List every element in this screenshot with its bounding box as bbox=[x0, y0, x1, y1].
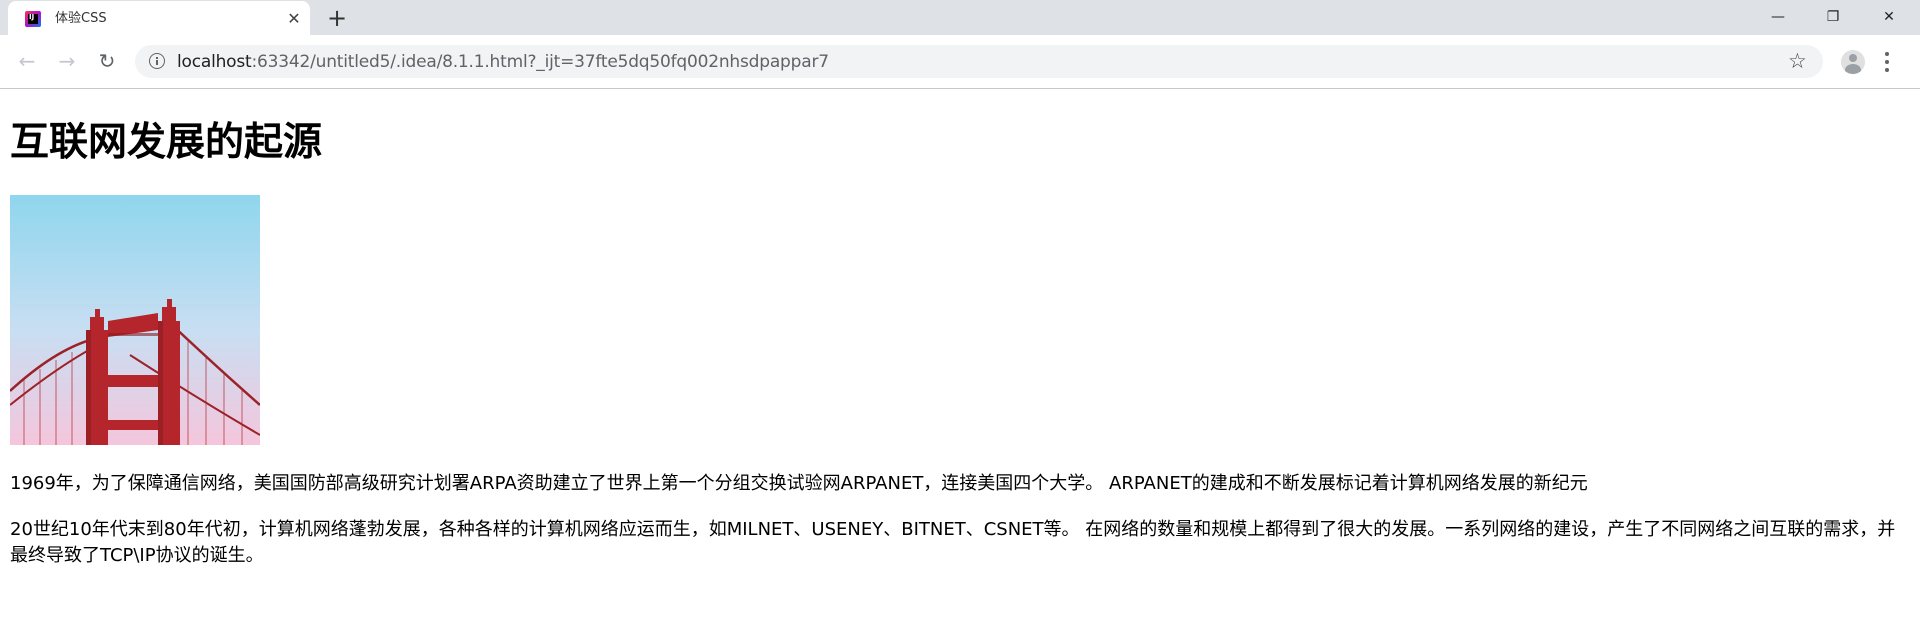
url-text[interactable]: localhost:63342/untitled5/.idea/8.1.1.ht… bbox=[177, 52, 829, 72]
close-tab-icon[interactable]: ✕ bbox=[285, 10, 303, 28]
reload-button[interactable]: ↻ bbox=[94, 48, 120, 74]
restore-window-button[interactable]: ❐ bbox=[1818, 6, 1848, 28]
page-heading: 互联网发展的起源 bbox=[10, 120, 323, 165]
tab-title: 体验CSS bbox=[55, 11, 107, 26]
browser-toolbar: ← → ↻ localhost:63342/untitled5/.idea/8.… bbox=[0, 35, 1920, 89]
new-tab-button[interactable]: + bbox=[325, 6, 349, 31]
address-bar[interactable]: localhost:63342/untitled5/.idea/8.1.1.ht… bbox=[135, 45, 1823, 78]
intellij-favicon-icon: IJ bbox=[25, 11, 41, 27]
browser-menu-icon[interactable] bbox=[1884, 50, 1890, 74]
forward-button[interactable]: → bbox=[54, 48, 80, 74]
profile-avatar-icon[interactable] bbox=[1841, 50, 1865, 74]
page-content: 互联网发展的起源 1969年，为了保障通信网络，美国国防部高级研究计划署ARPA… bbox=[0, 89, 1920, 642]
paragraph-network-growth: 20世纪10年代末到80年代初，计算机网络蓬勃发展，各种各样的计算机网络应运而生… bbox=[10, 519, 1896, 566]
back-button[interactable]: ← bbox=[14, 48, 40, 74]
site-info-icon[interactable] bbox=[149, 53, 165, 69]
bookmark-star-icon[interactable]: ☆ bbox=[1788, 50, 1807, 72]
paragraph-arpanet: 1969年，为了保障通信网络，美国国防部高级研究计划署ARPA资助建立了世界上第… bbox=[10, 473, 1588, 494]
browser-tab[interactable]: IJ 体验CSS ✕ bbox=[8, 1, 310, 35]
minimize-window-button[interactable]: — bbox=[1763, 6, 1793, 28]
bridge-photo bbox=[10, 195, 260, 445]
close-window-button[interactable]: ✕ bbox=[1874, 6, 1904, 28]
tab-strip: IJ 体验CSS ✕ + — ❐ ✕ bbox=[0, 0, 1920, 35]
